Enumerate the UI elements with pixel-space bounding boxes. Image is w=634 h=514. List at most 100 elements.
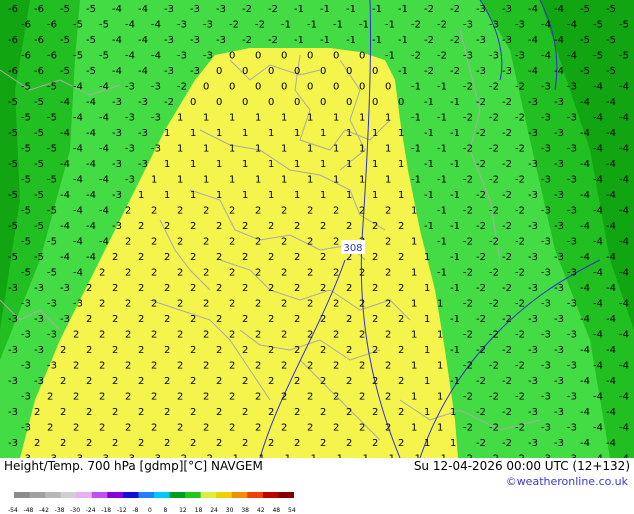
legend-swatch (76, 492, 93, 498)
temperature-value: 2 (281, 423, 287, 434)
temperature-value: -4 (580, 159, 590, 170)
temperature-value: 1 (281, 175, 287, 186)
temperature-value: 2 (307, 206, 313, 217)
temperature-value: -3 (112, 128, 122, 139)
temperature-value: 2 (177, 361, 183, 372)
temperature-value: 2 (190, 252, 196, 263)
temperature-value: 2 (385, 392, 391, 403)
temperature-value: 2 (346, 438, 352, 449)
temperature-value: 2 (73, 423, 79, 434)
temperature-value: 2 (372, 252, 378, 263)
temperature-value: 1 (229, 113, 235, 124)
temperature-value: -5 (47, 113, 57, 124)
temperature-value: -5 (606, 4, 616, 15)
temperature-value: 0 (268, 97, 274, 108)
temperature-value: 0 (346, 97, 352, 108)
temperature-value: -3 (541, 113, 551, 124)
temperature-value: -3 (528, 190, 538, 201)
temperature-value: -2 (502, 221, 512, 232)
legend-swatch (247, 492, 264, 498)
temperature-value: 2 (60, 376, 66, 387)
temperature-value: -5 (34, 97, 44, 108)
temperature-value: 2 (307, 330, 313, 341)
temperature-value: -2 (515, 299, 525, 310)
temperature-value: 0 (255, 51, 261, 62)
temperature-value: -1 (333, 20, 343, 31)
temperature-value: 2 (346, 345, 352, 356)
temperature-value: -5 (593, 20, 603, 31)
temperature-value: 2 (398, 314, 404, 325)
temperature-value: 2 (138, 345, 144, 356)
temperature-value: 0 (242, 66, 248, 77)
temperature-value: -3 (476, 66, 486, 77)
temperature-value: 1 (242, 128, 248, 139)
temperature-value: 2 (372, 314, 378, 325)
temperature-value: -5 (73, 51, 83, 62)
temperature-value: -5 (34, 159, 44, 170)
temperature-value: -3 (21, 299, 31, 310)
temperature-value: -3 (21, 330, 31, 341)
temperature-value: -4 (593, 206, 603, 217)
temperature-value: -1 (372, 4, 382, 15)
temperature-value: 0 (346, 66, 352, 77)
temperature-value: -3 (8, 407, 18, 418)
temperature-value: -3 (528, 159, 538, 170)
temperature-value: -3 (463, 51, 473, 62)
legend-tick-label: 54 (288, 507, 296, 514)
temperature-value: -4 (619, 175, 629, 186)
temperature-value: 2 (99, 268, 105, 279)
temperature-value: 0 (268, 66, 274, 77)
credit-link[interactable]: ©weatheronline.co.uk (506, 475, 628, 488)
temperature-value: 2 (177, 392, 183, 403)
temperature-value: -2 (411, 20, 421, 31)
map-canvas: -6 -6 -5 -5 -4 -4 -3 -3 -3 -2 -2 -1 -1 -1 -1 -1 -2 -2 -3 -3… (0, 0, 634, 458)
temperature-value: -2 (489, 82, 499, 93)
temperature-value: -2 (489, 392, 499, 403)
temperature-value: 1 (346, 159, 352, 170)
temperature-value: 1 (385, 175, 391, 186)
temperature-value: 2 (294, 438, 300, 449)
temperature-value: -4 (73, 175, 83, 186)
temperature-value: -3 (541, 268, 551, 279)
temperature-value: -2 (476, 407, 486, 418)
temperature-value: 2 (125, 268, 131, 279)
temperature-value: -3 (502, 4, 512, 15)
temperature-value: -4 (606, 438, 616, 449)
temperature-value: 2 (398, 345, 404, 356)
temperature-value: -1 (294, 4, 304, 15)
temperature-value: 2 (307, 299, 313, 310)
temperature-value: 2 (346, 407, 352, 418)
temperature-value: -3 (47, 361, 57, 372)
temperature-value: 1 (411, 206, 417, 217)
temperature-value: 2 (164, 438, 170, 449)
temperature-value: -3 (190, 35, 200, 46)
temperature-value: -5 (619, 51, 629, 62)
temperature-value: 2 (320, 376, 326, 387)
temperature-value: -3 (151, 113, 161, 124)
temperature-value: -3 (8, 376, 18, 387)
temperature-value: -6 (34, 35, 44, 46)
temperature-value: 2 (281, 392, 287, 403)
color-legend: -54 -48 -42 -38 -30 -24 -18 -12 -8 0 8 12 18 24 30 38 42… (8, 483, 296, 514)
temperature-value: -4 (619, 361, 629, 372)
temperature-value: 0 (333, 51, 339, 62)
temperature-value: -2 (255, 20, 265, 31)
temperature-value: -4 (528, 4, 538, 15)
temperature-value: -3 (8, 283, 18, 294)
temperature-value: -4 (580, 438, 590, 449)
temperature-value: -4 (580, 407, 590, 418)
temperature-value: -4 (528, 66, 538, 77)
temperature-value: -4 (86, 159, 96, 170)
temperature-value: -3 (203, 51, 213, 62)
temperature-value: -3 (567, 206, 577, 217)
temperature-value: 2 (333, 268, 339, 279)
temperature-value: -4 (60, 221, 70, 232)
temperature-value: 2 (294, 345, 300, 356)
temperature-value: -1 (450, 97, 460, 108)
temperature-value: -3 (541, 361, 551, 372)
temperature-value: -5 (8, 221, 18, 232)
temperature-value: -4 (138, 35, 148, 46)
temperature-value: -4 (86, 128, 96, 139)
temperature-value: -4 (99, 237, 109, 248)
temperature-value: 2 (294, 252, 300, 263)
